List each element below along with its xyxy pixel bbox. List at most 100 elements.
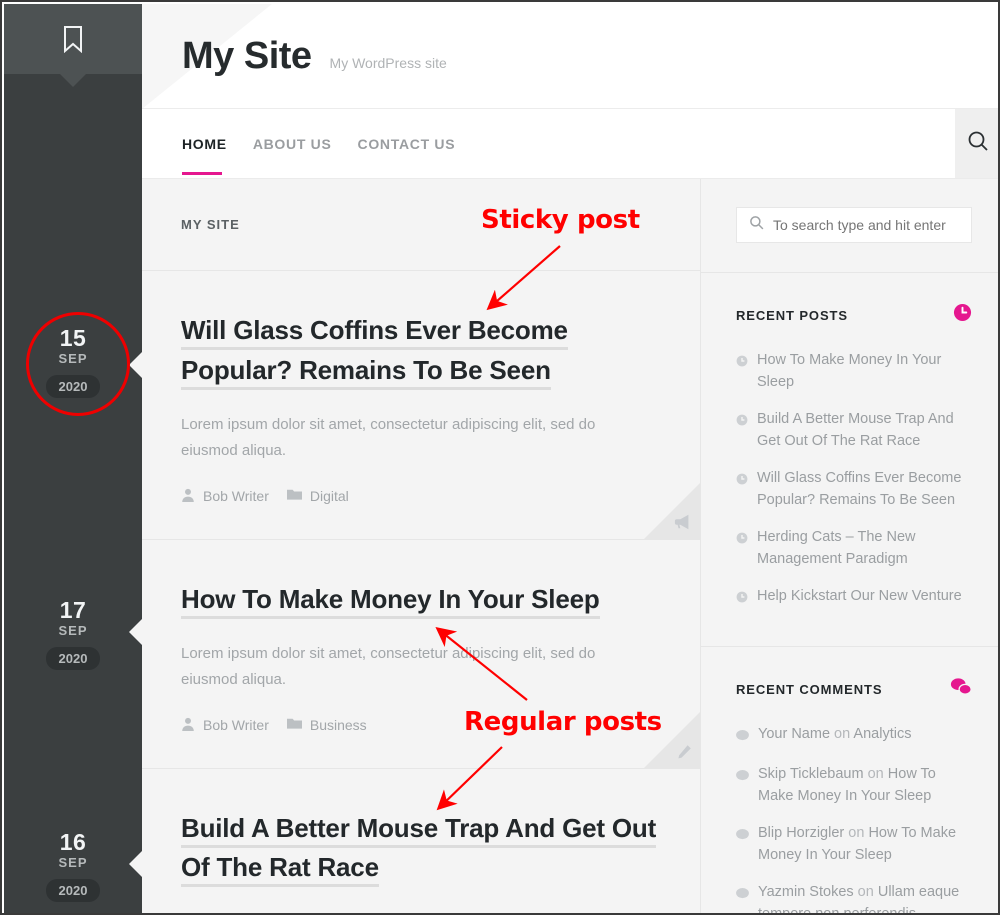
comments-icon <box>950 677 972 701</box>
timeline-day: 15 <box>59 325 87 351</box>
post-title-link[interactable]: Build A Better Mouse Trap And Get Out Of… <box>181 812 656 888</box>
comment-on-label: on <box>857 883 874 900</box>
timeline-day: 16 <box>59 829 87 855</box>
list-item[interactable]: Yazmin Stokes on Ullam eaque tempore non… <box>736 881 972 913</box>
post-sticky: Will Glass Coffins Ever Become Popular? … <box>142 271 700 540</box>
site-tagline: My WordPress site <box>329 54 447 71</box>
comment-on-label: on <box>867 765 884 782</box>
user-icon <box>181 488 195 505</box>
comment-bubble-icon <box>736 726 749 748</box>
nav-item-about-us[interactable]: ABOUT US <box>253 112 332 175</box>
timeline-pointer-0 <box>129 351 143 379</box>
header-search-toggle[interactable] <box>955 109 998 178</box>
main-navigation: HOME ABOUT US CONTACT US <box>142 109 998 179</box>
timeline-bookmark-header <box>4 4 142 87</box>
list-item[interactable]: Your Name on Analytics <box>736 723 972 748</box>
widget-recent-posts: RECENT POSTS How To Make Money In Your S… <box>701 273 998 648</box>
timeline-day: 17 <box>59 597 87 623</box>
list-item[interactable]: Help Kickstart Our New Venture <box>736 585 972 610</box>
clock-icon <box>736 470 748 512</box>
comment-bubble-icon <box>736 766 749 808</box>
timeline-date-0[interactable]: 15 SEP 2020 <box>4 325 142 399</box>
timeline-pointer-1 <box>129 618 143 646</box>
nav-item-contact-us[interactable]: CONTACT US <box>358 112 456 175</box>
post-title-link[interactable]: How To Make Money In Your Sleep <box>181 583 600 619</box>
post-title: Build A Better Mouse Trap And Get Out Of… <box>181 809 660 888</box>
search-icon <box>749 215 764 235</box>
timeline-month: SEP <box>58 351 88 367</box>
widget-title: RECENT POSTS <box>736 307 848 323</box>
list-item[interactable]: Blip Horzigler on How To Make Money In Y… <box>736 822 972 867</box>
comment-text: Skip Ticklebaum on How To Make Money In … <box>758 763 972 808</box>
folder-icon <box>286 717 302 733</box>
post-author-name: Bob Writer <box>203 717 269 734</box>
comment-author: Skip Ticklebaum <box>758 765 864 782</box>
list-item[interactable]: Skip Ticklebaum on How To Make Money In … <box>736 763 972 808</box>
comment-post: Analytics <box>853 726 912 743</box>
clock-icon <box>736 352 748 394</box>
nav-items: HOME ABOUT US CONTACT US <box>142 109 955 178</box>
bookmark-icon[interactable] <box>62 25 84 53</box>
timeline-sidebar: 15 SEP 2020 17 SEP 2020 16 SEP 2020 <box>4 4 143 913</box>
recent-posts-list: How To Make Money In Your Sleep Build A … <box>736 349 972 610</box>
site-masthead: My Site My WordPress site <box>142 4 998 109</box>
timeline-month: SEP <box>58 855 88 871</box>
comment-text: Blip Horzigler on How To Make Money In Y… <box>758 822 972 867</box>
post-title-link[interactable]: Will Glass Coffins Ever Become Popular? … <box>181 315 568 390</box>
edit-corner <box>644 711 700 768</box>
sticky-corner <box>644 482 700 539</box>
search-input[interactable] <box>773 217 959 233</box>
comment-on-label: on <box>848 824 865 841</box>
timeline-pointer-2 <box>129 850 143 878</box>
recent-comments-list: Your Name on Analytics Skip Ticklebaum o… <box>736 723 972 913</box>
folder-icon <box>286 488 302 504</box>
post-category-name: Business <box>309 717 367 734</box>
list-item-label: Build A Better Mouse Trap And Get Out Of… <box>757 410 954 450</box>
post-author-name: Bob Writer <box>203 488 269 505</box>
post-author[interactable]: Bob Writer <box>181 717 269 734</box>
list-item[interactable]: Herding Cats – The New Management Paradi… <box>736 526 972 571</box>
post-excerpt: Lorem ipsum dolor sit amet, consectetur … <box>181 645 596 688</box>
clock-icon <box>736 588 748 610</box>
timeline-month: SEP <box>58 623 88 639</box>
breadcrumb: MY SITE <box>142 179 700 271</box>
comment-bubble-icon <box>736 825 749 867</box>
timeline-year: 2020 <box>45 879 101 903</box>
timeline-date-2[interactable]: 16 SEP 2020 <box>4 829 142 903</box>
widget-title: RECENT COMMENTS <box>736 681 883 697</box>
clock-icon <box>953 303 972 327</box>
comment-on-label: on <box>834 726 851 743</box>
timeline-year: 2020 <box>45 375 101 399</box>
widget-search <box>701 179 998 273</box>
widget-recent-comments: RECENT COMMENTS Your Name on Analytics S… <box>701 647 998 913</box>
comment-text: Your Name on Analytics <box>758 723 911 748</box>
search-icon <box>966 129 990 158</box>
clock-icon <box>736 529 748 571</box>
post-excerpt: Lorem ipsum dolor sit amet, consectetur … <box>181 416 596 459</box>
nav-item-home[interactable]: HOME <box>182 112 227 175</box>
post-regular-1: How To Make Money In Your Sleep Lorem ip… <box>142 540 700 769</box>
timeline-notch <box>60 74 86 87</box>
main-content: MY SITE Will Glass Coffins Ever Become P… <box>142 179 700 913</box>
list-item-label: How To Make Money In Your Sleep <box>757 352 942 391</box>
post-category[interactable]: Business <box>286 717 367 734</box>
widget-header: RECENT POSTS <box>736 303 972 327</box>
comment-author: Your Name <box>758 726 831 743</box>
sidebar: RECENT POSTS How To Make Money In Your S… <box>700 179 998 913</box>
list-item[interactable]: Will Glass Coffins Ever Become Popular? … <box>736 467 972 512</box>
browser-screenshot: 15 SEP 2020 17 SEP 2020 16 SEP 2020 My S… <box>0 0 1000 915</box>
post-title: How To Make Money In Your Sleep <box>181 580 660 620</box>
comment-bubble-icon <box>736 884 749 913</box>
list-item-label: Help Kickstart Our New Venture <box>757 587 962 604</box>
post-author[interactable]: Bob Writer <box>181 488 269 505</box>
list-item-label: Herding Cats – The New Management Paradi… <box>757 528 916 568</box>
site-title[interactable]: My Site <box>182 35 312 78</box>
list-item[interactable]: Build A Better Mouse Trap And Get Out Of… <box>736 408 972 453</box>
user-icon <box>181 717 195 734</box>
list-item[interactable]: How To Make Money In Your Sleep <box>736 349 972 394</box>
post-category-name: Digital <box>309 488 349 505</box>
post-category[interactable]: Digital <box>286 488 349 505</box>
sidebar-search-field[interactable] <box>736 207 972 243</box>
timeline-date-1[interactable]: 17 SEP 2020 <box>4 597 142 671</box>
comment-author: Blip Horzigler <box>758 824 845 841</box>
